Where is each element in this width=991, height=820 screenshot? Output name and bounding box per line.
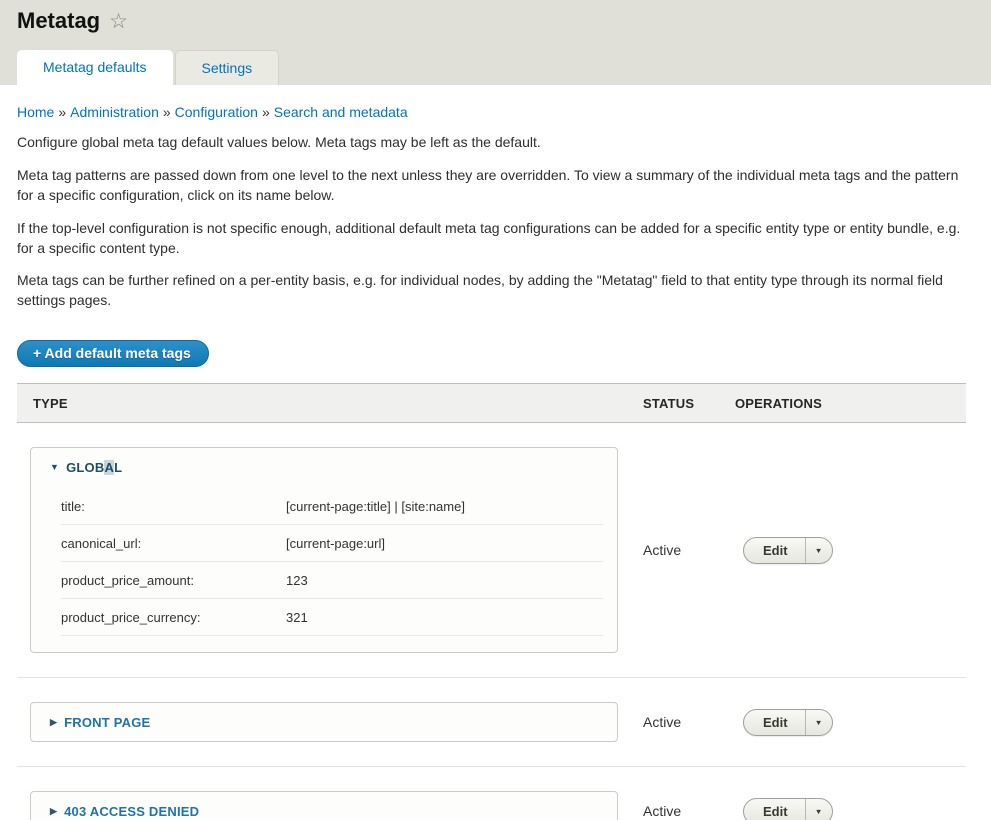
global-field-list: title: [current-page:title] | [site:name… — [31, 486, 617, 652]
front-page-details-box: ▶ FRONT PAGE — [30, 702, 618, 742]
chevron-down-icon: ▼ — [815, 807, 823, 815]
access-denied-details-box: ▶ 403 ACCESS DENIED — [30, 791, 618, 820]
breadcrumb-separator: » — [54, 104, 70, 120]
front-page-details-toggle[interactable]: ▶ FRONT PAGE — [31, 703, 617, 741]
breadcrumb-separator: » — [258, 104, 274, 120]
table-row-403-access-denied: ▶ 403 ACCESS DENIED Active Edit ▼ — [17, 767, 966, 820]
expand-arrow-icon: ▶ — [50, 718, 57, 727]
edit-button[interactable]: Edit — [744, 710, 805, 735]
field-value: [current-page:title] | [site:name] — [286, 499, 465, 514]
collapse-arrow-icon: ▼ — [50, 463, 59, 472]
breadcrumb-link-home[interactable]: Home — [17, 104, 54, 120]
row-title-global: GLOBAL — [66, 460, 122, 475]
main-content: Home»Administration»Configuration»Search… — [0, 85, 991, 820]
access-denied-details-toggle[interactable]: ▶ 403 ACCESS DENIED — [31, 792, 617, 820]
table-row-front-page: ▶ FRONT PAGE Active Edit ▼ — [17, 678, 966, 767]
field-row-product-price-currency: product_price_currency: 321 — [61, 599, 603, 636]
edit-dropdown-toggle[interactable]: ▼ — [806, 538, 833, 563]
page-header: Metatag ☆ Metatag defaults Settings — [0, 0, 991, 85]
breadcrumb-link-configuration[interactable]: Configuration — [175, 104, 258, 120]
status-label: Active — [627, 678, 719, 767]
field-label: canonical_url: — [61, 536, 286, 551]
intro-paragraph-3: If the top-level configuration is not sp… — [17, 219, 966, 259]
status-label: Active — [627, 423, 719, 678]
column-header-type: TYPE — [17, 384, 627, 423]
breadcrumb-link-search-and-metadata[interactable]: Search and metadata — [274, 104, 408, 120]
metatag-defaults-table: TYPE STATUS OPERATIONS ▼ GLOBAL ti — [17, 383, 966, 820]
global-details-box: ▼ GLOBAL title: [current-page:title] | [… — [30, 447, 618, 653]
chevron-down-icon: ▼ — [815, 718, 823, 726]
column-header-status: STATUS — [627, 384, 719, 423]
primary-tabs: Metatag defaults Settings — [17, 50, 279, 85]
edit-button[interactable]: Edit — [744, 799, 805, 820]
row-title-front-page: FRONT PAGE — [64, 715, 150, 730]
breadcrumb-separator: » — [159, 104, 175, 120]
intro-paragraph-1: Configure global meta tag default values… — [17, 133, 966, 153]
breadcrumb: Home»Administration»Configuration»Search… — [17, 104, 966, 120]
column-header-operations: OPERATIONS — [719, 384, 966, 423]
tab-settings[interactable]: Settings — [175, 50, 280, 85]
intro-paragraph-4: Meta tags can be further refined on a pe… — [17, 271, 966, 311]
edit-dropdown-toggle[interactable]: ▼ — [806, 710, 833, 735]
edit-dropdown-toggle[interactable]: ▼ — [806, 799, 833, 820]
field-row-title: title: [current-page:title] | [site:name… — [61, 488, 603, 525]
row-title-403: 403 ACCESS DENIED — [64, 804, 199, 819]
edit-button[interactable]: Edit — [744, 538, 805, 563]
expand-arrow-icon: ▶ — [50, 807, 57, 816]
add-default-meta-tags-button[interactable]: + Add default meta tags — [17, 340, 209, 367]
status-label: Active — [627, 767, 719, 820]
field-value: [current-page:url] — [286, 536, 385, 551]
intro-text: Configure global meta tag default values… — [17, 133, 966, 311]
intro-paragraph-2: Meta tag patterns are passed down from o… — [17, 166, 966, 206]
table-row-global: ▼ GLOBAL title: [current-page:title] | [… — [17, 423, 966, 678]
edit-split-button: Edit ▼ — [743, 537, 833, 564]
field-value: 123 — [286, 573, 308, 588]
edit-split-button: Edit ▼ — [743, 798, 833, 820]
breadcrumb-link-administration[interactable]: Administration — [70, 104, 159, 120]
field-row-product-price-amount: product_price_amount: 123 — [61, 562, 603, 599]
page-title: Metatag — [17, 8, 100, 34]
field-label: product_price_amount: — [61, 573, 286, 588]
field-label: title: — [61, 499, 286, 514]
favorite-star-icon[interactable]: ☆ — [109, 11, 128, 32]
global-details-toggle[interactable]: ▼ GLOBAL — [31, 448, 617, 486]
edit-split-button: Edit ▼ — [743, 709, 833, 736]
chevron-down-icon: ▼ — [815, 546, 823, 554]
field-row-canonical-url: canonical_url: [current-page:url] — [61, 525, 603, 562]
table-header-row: TYPE STATUS OPERATIONS — [17, 384, 966, 423]
field-label: product_price_currency: — [61, 610, 286, 625]
field-value: 321 — [286, 610, 308, 625]
tab-metatag-defaults[interactable]: Metatag defaults — [17, 50, 173, 85]
